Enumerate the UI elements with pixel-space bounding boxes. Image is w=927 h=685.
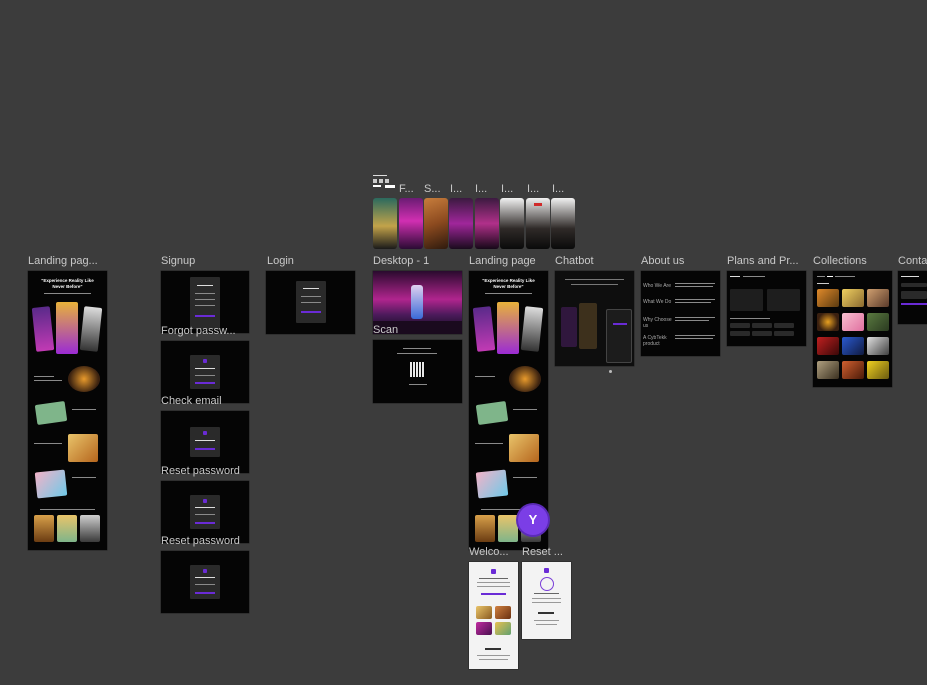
strip-label-4[interactable]: I... <box>475 183 497 196</box>
strip-frame-1[interactable] <box>373 198 397 249</box>
frame-login[interactable] <box>266 271 355 334</box>
strip-frame-3[interactable] <box>424 198 448 249</box>
frame-label-reset-2[interactable]: Reset password <box>161 535 249 548</box>
chatbot-indicator <box>609 370 612 373</box>
landing-headline: "Experience Reality Like Never Before" <box>41 278 94 289</box>
about-row-3: Why Choose us <box>643 317 672 329</box>
design-canvas[interactable]: { "top_strip": { "labels": ["F...", "S..… <box>0 0 927 685</box>
frame-landing-page-1[interactable]: "Experience Reality Like Never Before" <box>28 271 107 550</box>
frame-reset-password-1[interactable] <box>161 481 249 543</box>
frame-label-reset-1[interactable]: Reset password <box>161 465 249 478</box>
frame-label-welcome[interactable]: Welco... <box>469 546 517 559</box>
frame-label-plans[interactable]: Plans and Pr... <box>727 255 807 268</box>
frame-label-landing-2[interactable]: Landing page <box>469 255 549 268</box>
frame-forgot-password[interactable] <box>161 341 249 403</box>
frame-label-contact[interactable]: Conta <box>898 255 927 268</box>
frame-contact[interactable] <box>898 271 927 324</box>
frame-collections[interactable] <box>813 271 892 387</box>
frame-label-signup[interactable]: Signup <box>161 255 241 268</box>
frame-label-landing-1[interactable]: Landing pag... <box>28 255 108 268</box>
frame-label-chatbot[interactable]: Chatbot <box>555 255 635 268</box>
top-strip-toolbar <box>373 174 395 178</box>
about-row-1: Who We Are <box>643 283 671 289</box>
frame-label-desktop-1[interactable]: Desktop - 1 <box>373 255 461 268</box>
about-row-4: A CybTekk product <box>643 335 667 347</box>
frame-label-about[interactable]: About us <box>641 255 721 268</box>
strip-label-1[interactable]: F... <box>399 183 421 196</box>
lock-icon <box>540 577 554 591</box>
strip-label-7[interactable]: I... <box>552 183 574 196</box>
frame-label-collections[interactable]: Collections <box>813 255 893 268</box>
strip-label-5[interactable]: I... <box>501 183 523 196</box>
frame-scan[interactable] <box>373 340 462 403</box>
frame-welcome[interactable] <box>469 562 518 669</box>
frame-about-us[interactable]: Who We Are What We Do Why Choose us A Cy… <box>641 271 720 356</box>
strip-frame-6[interactable] <box>500 198 524 249</box>
strip-label-3[interactable]: I... <box>450 183 472 196</box>
frame-chatbot[interactable] <box>555 271 634 366</box>
strip-label-2[interactable]: S... <box>424 183 446 196</box>
frame-check-email[interactable] <box>161 411 249 473</box>
strip-frame-7[interactable] <box>526 198 550 249</box>
frame-reset-password-2[interactable] <box>161 551 249 613</box>
frame-label-reset-short[interactable]: Reset ... <box>522 546 570 559</box>
strip-label-6[interactable]: I... <box>527 183 549 196</box>
frame-plans[interactable] <box>727 271 806 346</box>
frame-label-scan[interactable]: Scan <box>373 324 433 337</box>
about-row-2: What We Do <box>643 299 672 305</box>
landing-2-headline: "Experience Reality Like Never Before" <box>482 278 535 289</box>
collaborator-avatar[interactable]: Y <box>518 505 548 535</box>
frame-label-check-email[interactable]: Check email <box>161 395 249 408</box>
strip-frame-5[interactable] <box>475 198 499 249</box>
strip-frame-2[interactable] <box>399 198 423 249</box>
frame-reset-light[interactable] <box>522 562 571 639</box>
strip-frame-8[interactable] <box>551 198 575 249</box>
frame-label-forgot[interactable]: Forgot passw... <box>161 325 249 338</box>
frame-label-login[interactable]: Login <box>267 255 347 268</box>
frame-signup[interactable] <box>161 271 249 333</box>
strip-frame-4[interactable] <box>449 198 473 249</box>
